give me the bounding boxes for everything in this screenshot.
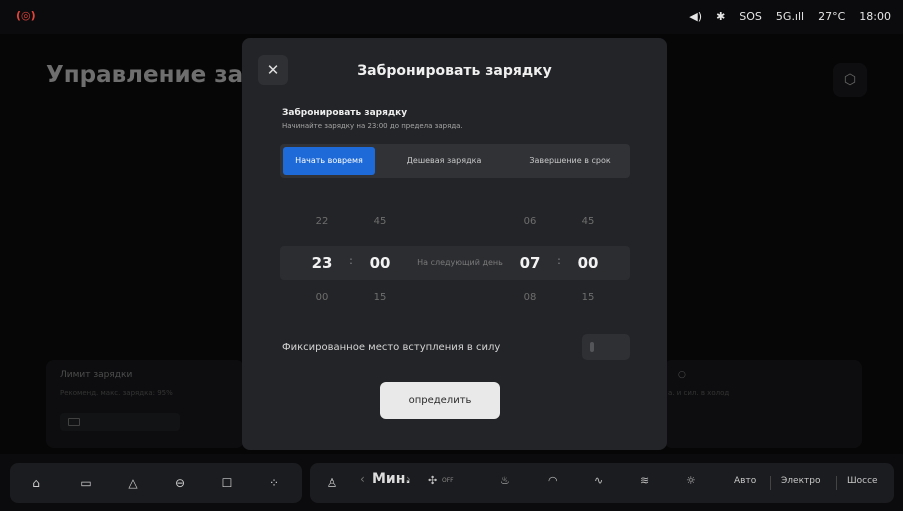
start-minute-current[interactable]: 00: [360, 254, 400, 272]
fan-icon[interactable]: ✣: [428, 474, 437, 487]
end-time-separator: :: [557, 254, 561, 267]
start-time-separator: :: [349, 254, 353, 267]
schedule-charging-dialog: ✕ Забронировать зарядку Забронировать за…: [242, 38, 667, 450]
end-minute-next[interactable]: 15: [568, 292, 608, 303]
tab-cheap-charging[interactable]: Дешевая зарядка: [378, 144, 510, 178]
network-indicator: 5G.ıll: [775, 10, 805, 23]
front-defrost-icon[interactable]: ◠: [548, 474, 558, 487]
end-hour-current[interactable]: 07: [510, 254, 550, 272]
fixed-location-toggle[interactable]: [582, 334, 630, 360]
time-picker: 22 45 06 45 23 : 00 На следующий день 07…: [280, 206, 630, 326]
navigation-icon[interactable]: △: [123, 473, 143, 493]
end-hour-prev[interactable]: 06: [510, 216, 550, 227]
mode-divider: [770, 476, 771, 490]
seat-icon[interactable]: ☐: [217, 473, 237, 493]
bluetooth-icon: ✱: [716, 10, 726, 23]
seat-heat-icon[interactable]: ♨: [500, 474, 510, 487]
fan-state: OFF: [442, 477, 454, 484]
mode-auto[interactable]: Авто: [734, 476, 756, 486]
fan-speed-value: Мин.: [372, 471, 411, 487]
fan-decrease-button[interactable]: ‹: [360, 472, 365, 486]
end-minute-current[interactable]: 00: [568, 254, 608, 272]
screen-icon[interactable]: ▭: [76, 473, 96, 493]
start-hour-next[interactable]: 00: [302, 292, 342, 303]
confirm-button[interactable]: определить: [380, 382, 500, 419]
dialog-title: Забронировать зарядку: [357, 63, 552, 79]
tab-start-on-time[interactable]: Начать вовремя: [283, 147, 375, 175]
mode-highway[interactable]: Шоссе: [847, 476, 878, 486]
toggle-knob: [590, 342, 594, 352]
start-hour-prev[interactable]: 22: [302, 216, 342, 227]
next-day-label: На следующий день: [417, 258, 503, 267]
dock-climate-bar: ♙ ‹ Мин. › ✣ OFF ♨ ◠ ∿ ≋ ☼ Авто Электро …: [310, 463, 894, 503]
seat-belt-icon[interactable]: ♙: [322, 473, 342, 493]
mode-divider: [836, 476, 837, 490]
clock: 18:00: [859, 10, 891, 23]
apps-icon[interactable]: ⁘: [264, 473, 284, 493]
home-icon[interactable]: ⌂: [26, 473, 46, 493]
tab-finish-by-time[interactable]: Завершение в срок: [510, 144, 630, 178]
volume-icon: ◀): [689, 10, 703, 23]
sos-label[interactable]: SOS: [739, 10, 762, 23]
signal-icon: .ıll: [791, 10, 805, 23]
schedule-mode-tabs: Начать вовремя Дешевая зарядка Завершени…: [280, 144, 630, 178]
start-minute-prev[interactable]: 45: [360, 216, 400, 227]
bottom-dock: ⌂ ▭ △ ⊖ ☐ ⁘ ♙ ‹ Мин. › ✣ OFF ♨ ◠ ∿ ≋ ☼ А…: [0, 457, 903, 511]
status-bar: (◎) ◀) ✱ SOS 5G.ıll 27°C 18:00: [0, 0, 903, 34]
end-minute-prev[interactable]: 45: [568, 216, 608, 227]
rear-defrost-icon[interactable]: ≋: [640, 474, 649, 487]
section-title: Забронировать зарядку: [282, 108, 408, 118]
start-hour-current[interactable]: 23: [302, 254, 342, 272]
fixed-location-label: Фиксированное место вступления в силу: [282, 342, 501, 353]
wiper-icon[interactable]: ∿: [594, 474, 603, 487]
car-icon[interactable]: ⊖: [170, 473, 190, 493]
mode-electric[interactable]: Электро: [781, 476, 820, 486]
warning-icon[interactable]: (◎): [16, 9, 36, 22]
section-subtitle: Начинайте зарядку на 23:00 до предела за…: [282, 122, 463, 130]
fan-increase-button[interactable]: ›: [406, 472, 411, 486]
start-minute-next[interactable]: 15: [360, 292, 400, 303]
end-hour-next[interactable]: 08: [510, 292, 550, 303]
light-icon[interactable]: ☼: [686, 474, 696, 487]
dock-app-bar: ⌂ ▭ △ ⊖ ☐ ⁘: [10, 463, 302, 503]
temperature: 27°C: [818, 10, 846, 23]
